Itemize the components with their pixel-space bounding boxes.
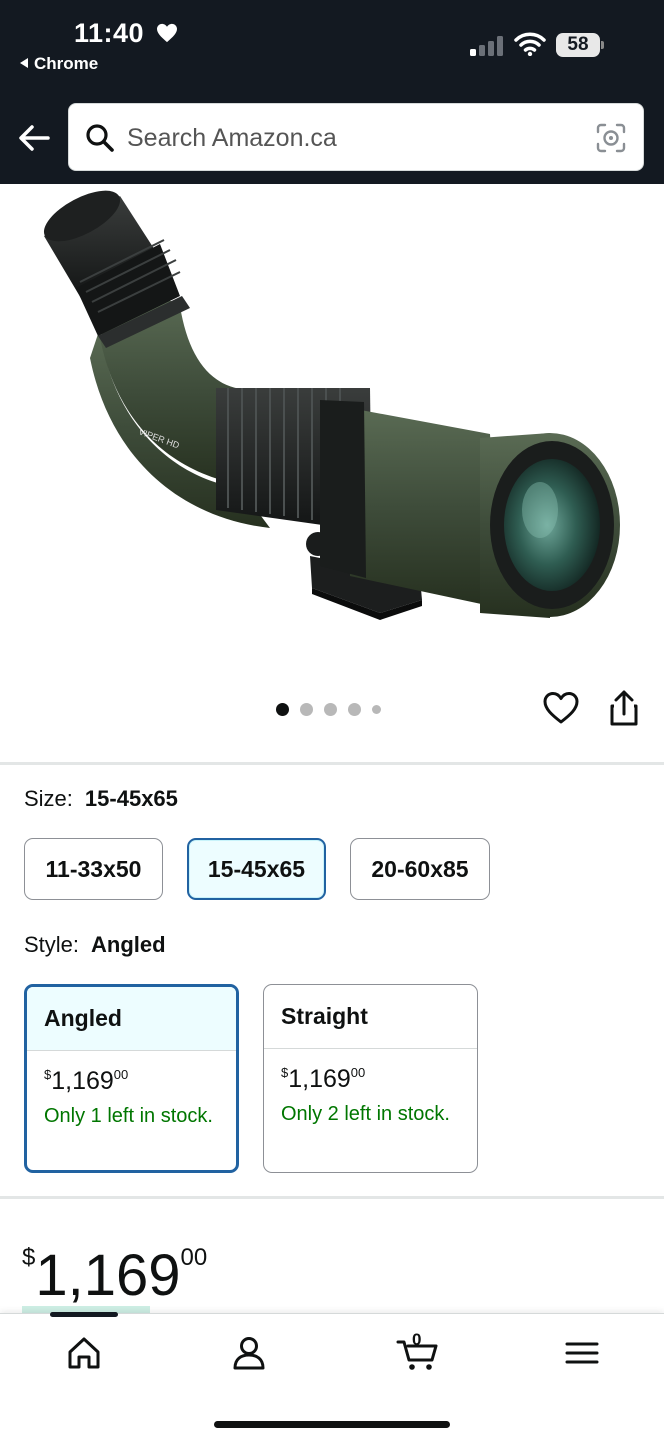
size-label: Size: <box>24 786 73 811</box>
image-pagination[interactable] <box>276 702 381 716</box>
size-selected-value: 15-45x65 <box>84 786 178 811</box>
style-option-angled[interactable]: Angled $1,16900 Only 1 left in stock. <box>24 984 239 1173</box>
back-triangle-icon <box>20 58 28 68</box>
price-currency: $ <box>22 1244 36 1271</box>
back-arrow-icon[interactable] <box>16 120 52 156</box>
style-option-name: Straight <box>264 985 477 1049</box>
search-icon <box>86 124 114 152</box>
price-cents: 00 <box>180 1244 208 1271</box>
pagination-dot-active[interactable] <box>276 702 289 716</box>
search-bar[interactable] <box>68 103 644 171</box>
size-option-label: 15-45x65 <box>207 855 306 882</box>
section-divider <box>0 1196 664 1199</box>
status-time: 11:40 <box>74 18 178 50</box>
top-header: 11:40 Chrome 58 <box>0 0 664 184</box>
size-option-label: 11-33x50 <box>45 855 142 882</box>
style-option-price: $1,16900 <box>44 1067 129 1095</box>
cart-count: 0 <box>412 1330 422 1349</box>
pagination-dot[interactable] <box>324 702 337 716</box>
cellular-signal-icon <box>470 36 503 56</box>
style-option-price: $1,16900 <box>281 1065 366 1093</box>
style-label: Style: <box>24 932 80 957</box>
price-whole: 1,169 <box>35 1243 181 1308</box>
style-option-name: Angled <box>27 987 236 1051</box>
search-input[interactable] <box>127 118 577 158</box>
menu-icon[interactable] <box>562 1334 602 1372</box>
share-icon[interactable] <box>606 688 642 728</box>
back-app-label: Chrome <box>34 54 99 73</box>
battery-level: 58 <box>556 33 600 57</box>
back-to-app-link[interactable]: Chrome <box>20 54 98 74</box>
size-option-label: 20-60x85 <box>371 855 469 882</box>
size-label-row: Size: 15-45x65 <box>24 786 178 812</box>
wishlist-heart-icon[interactable] <box>542 690 580 726</box>
pagination-dot[interactable] <box>372 704 381 714</box>
style-option-straight[interactable]: Straight $1,16900 Only 2 left in stock. <box>263 984 478 1173</box>
status-time-text: 11:40 <box>74 18 145 48</box>
account-icon[interactable] <box>229 1334 269 1372</box>
camera-lens-icon[interactable] <box>595 122 627 154</box>
section-divider <box>0 762 664 765</box>
style-label-row: Style: Angled <box>24 932 166 958</box>
pagination-dot[interactable] <box>300 702 313 716</box>
wifi-icon <box>514 32 546 56</box>
battery-indicator: 58 <box>556 33 606 57</box>
size-option-15-45x65[interactable]: 15-45x65 <box>187 838 326 900</box>
style-option-stock: Only 2 left in stock. <box>281 1103 450 1125</box>
size-option-20-60x85[interactable]: 20-60x85 <box>350 838 490 900</box>
pagination-dot[interactable] <box>348 702 361 716</box>
home-indicator <box>214 1421 450 1428</box>
bottom-navigation: 0 <box>0 1312 664 1440</box>
heart-status-icon <box>156 19 178 50</box>
style-option-stock: Only 1 left in stock. <box>44 1105 213 1127</box>
product-price: $1,16900 <box>22 1228 207 1306</box>
home-icon[interactable] <box>64 1334 104 1372</box>
size-option-11-33x50[interactable]: 11-33x50 <box>24 838 163 900</box>
product-image[interactable]: VIPER HD <box>20 188 640 658</box>
active-tab-indicator <box>50 1312 118 1317</box>
style-selected-value: Angled <box>91 932 166 957</box>
